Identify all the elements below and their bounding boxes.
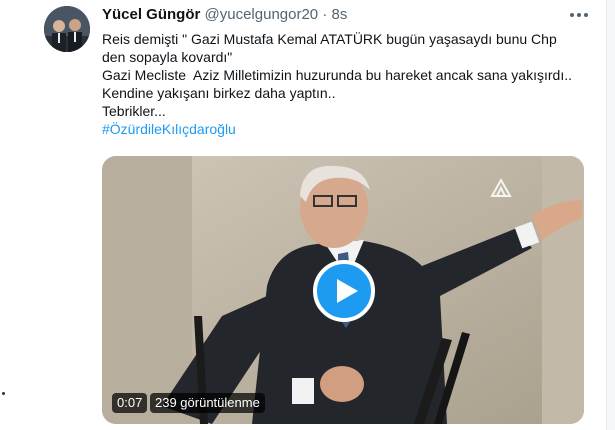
tweet-text: Reis demişti " Gazi Mustafa Kemal ATATÜR… — [102, 30, 582, 138]
tweet-line: Tebrikler... — [102, 103, 166, 119]
play-icon — [337, 279, 358, 303]
tweet-line: Reis demişti " Gazi Mustafa Kemal ATATÜR… — [102, 31, 557, 47]
right-scroll-edge — [606, 0, 615, 430]
video-time: 0:07 — [112, 393, 148, 413]
hashtag-link[interactable]: #ÖzürdileKılıçdaroğlu — [102, 120, 582, 138]
aa-logo-icon — [490, 178, 512, 197]
header-separator: · — [322, 6, 328, 23]
left-dot — [2, 392, 5, 395]
play-button[interactable] — [313, 260, 375, 322]
tweet-age[interactable]: 8s — [332, 6, 348, 23]
tweet-header: Yücel Güngör @yucelgungor20 · 8s — [102, 6, 347, 23]
author-name[interactable]: Yücel Güngör — [102, 6, 200, 23]
tweet-line: Gazi Mecliste Aziz Milletimizin huzurund… — [102, 67, 572, 83]
avatar-image — [44, 6, 90, 52]
left-panel — [0, 0, 30, 430]
tweet-line: den sopayla kovardı" — [102, 49, 233, 65]
avatar[interactable] — [44, 6, 90, 52]
more-horizontal-icon[interactable] — [568, 10, 590, 20]
video-player[interactable]: 0:07 239 görüntülenme — [102, 156, 584, 424]
tweet-line: Kendine yakışanı birkez daha yaptın.. — [102, 85, 336, 101]
author-handle[interactable]: @yucelgungor20 — [205, 6, 319, 23]
view-count: 239 görüntülenme — [150, 393, 265, 413]
